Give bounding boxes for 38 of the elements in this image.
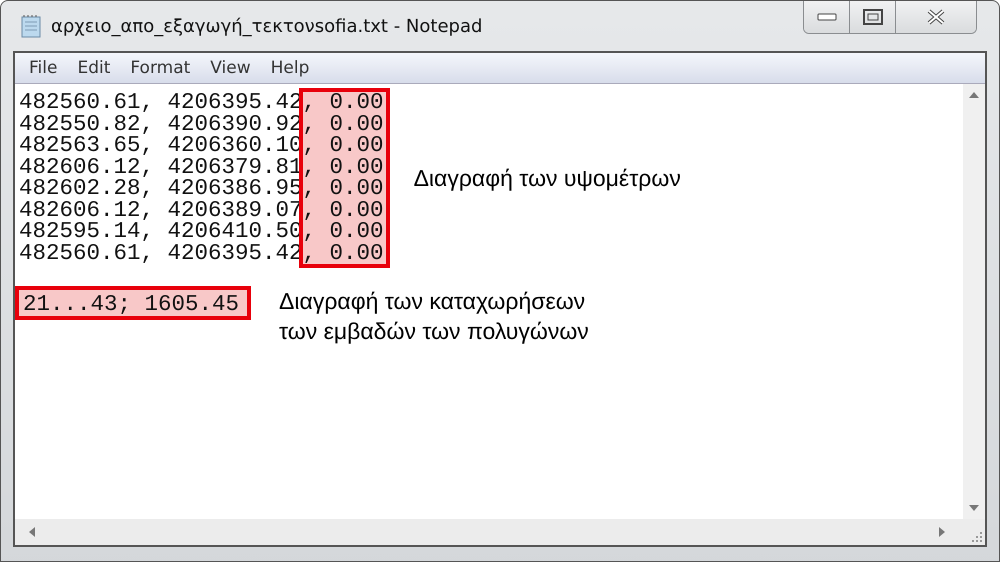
text-line: , 0.00 — [302, 156, 384, 178]
text-line: 482595.14, 4206410.50 — [19, 221, 303, 242]
scroll-right-icon[interactable] — [939, 527, 945, 537]
text-line: 482563.65, 4206360.10 — [19, 135, 303, 156]
close-icon — [926, 9, 946, 25]
menu-item[interactable]: File — [19, 58, 68, 78]
text-line: 482602.28, 4206386.95 — [19, 178, 303, 200]
menu-item[interactable]: Help — [260, 58, 320, 78]
menu-item[interactable]: Edit — [67, 58, 120, 78]
scroll-down-icon[interactable] — [969, 505, 979, 511]
text-line: , 0.00 — [302, 242, 384, 264]
window-title: αρχειο_απο_εξαγωγή_τεκτονsofia.txt - Notepad — [51, 16, 484, 36]
text-line: 482560.61, 4206395.42 — [19, 242, 303, 264]
annotation-text: Διαγραφή των καταχωρήσεων των εμβαδών των πολυγώνων — [279, 287, 589, 346]
scroll-up-icon[interactable] — [969, 92, 979, 98]
text-line: , 0.00 — [302, 200, 384, 221]
minimize-button[interactable] — [804, 1, 850, 33]
text-line: 482606.12, 4206379.81 — [19, 156, 303, 178]
notepad-icon — [21, 14, 41, 38]
scroll-left-icon[interactable] — [29, 527, 35, 537]
minimize-icon — [816, 13, 836, 21]
menu-item[interactable]: View — [200, 58, 261, 78]
text-line: , 0.00 — [302, 114, 384, 135]
vertical-scrollbar[interactable] — [963, 84, 985, 519]
text-line: , 0.00 — [302, 92, 384, 114]
text-line: , 0.00 — [302, 221, 384, 242]
maximize-icon — [862, 9, 882, 25]
text-line: 482606.12, 4206389.07 — [19, 200, 303, 221]
close-button[interactable] — [896, 1, 976, 33]
text-line: , 0.00 — [302, 178, 384, 200]
annotation-text: Διαγραφή των υψομέτρων — [414, 164, 681, 192]
text-line: 482550.82, 4206390.92 — [19, 114, 303, 135]
maximize-button[interactable] — [850, 1, 896, 33]
text-line: , 0.00 — [302, 135, 384, 156]
highlighted-text: 21...43; 1605.45 — [19, 290, 248, 316]
text-line: 482560.61, 4206395.42 — [19, 92, 303, 114]
menu-item[interactable]: Format — [120, 58, 200, 78]
resize-grip-icon[interactable] — [972, 532, 982, 542]
